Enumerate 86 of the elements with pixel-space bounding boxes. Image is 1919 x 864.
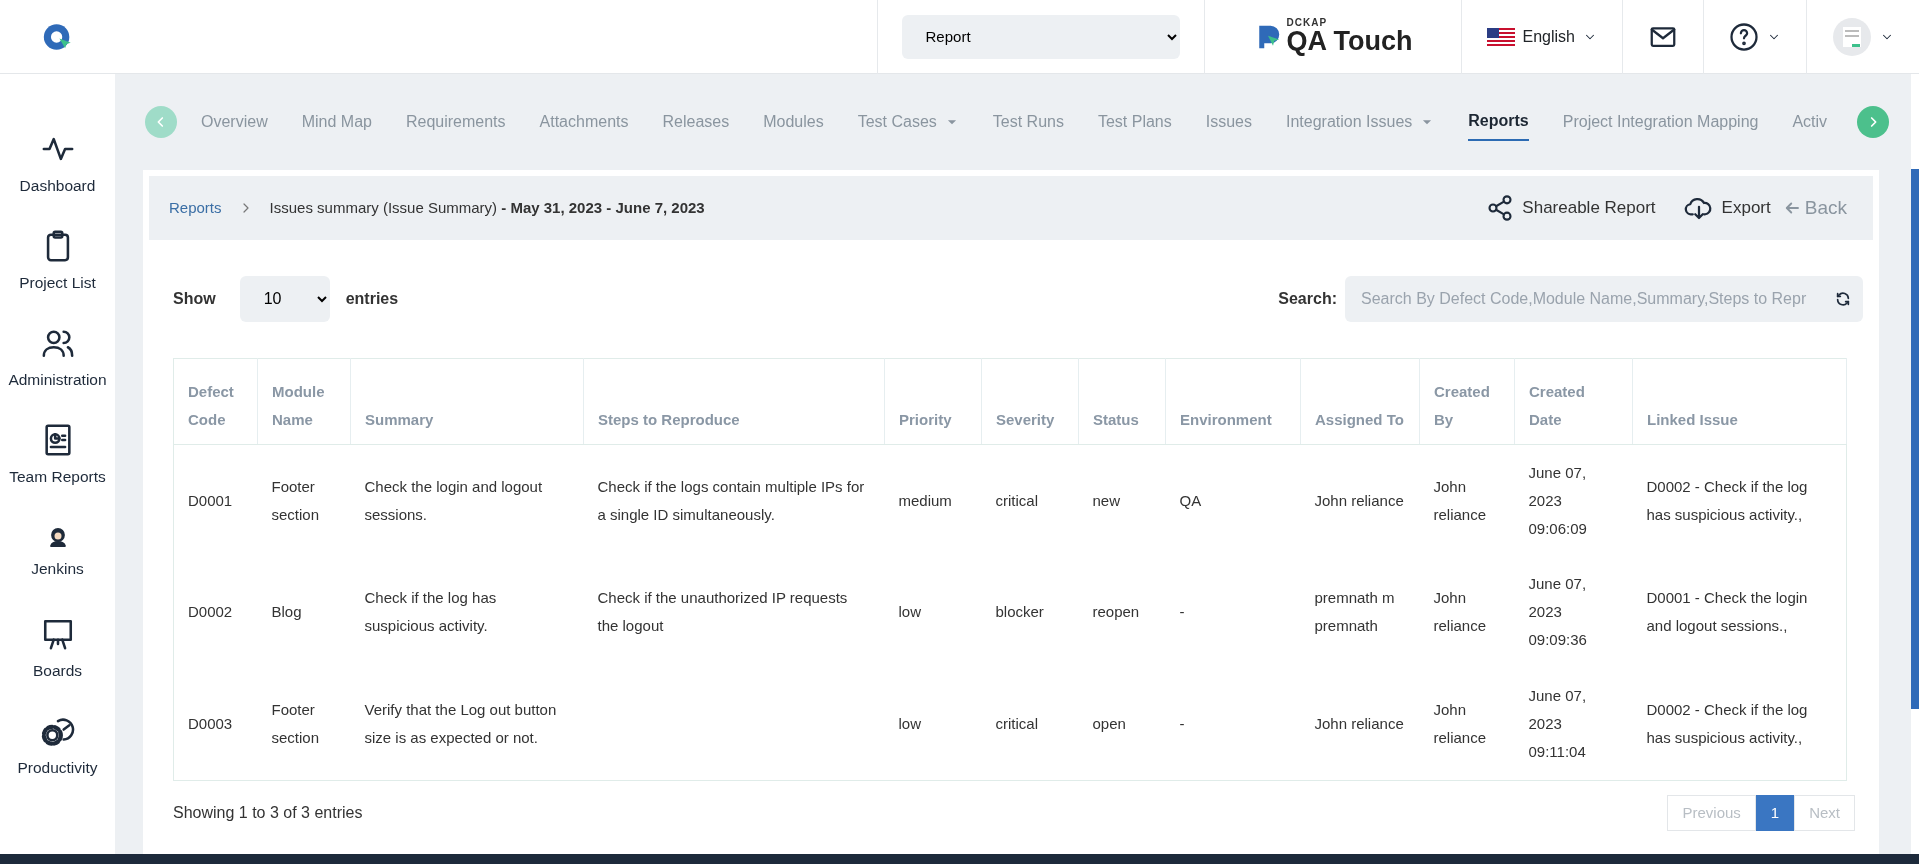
column-header: Environment xyxy=(1180,410,1272,428)
table-cell: Check the login and logout sessions. xyxy=(364,477,543,523)
table-cell: Footer section xyxy=(271,701,320,746)
show-label: Show xyxy=(173,288,216,309)
shareable-report-button[interactable]: Shareable Report xyxy=(1480,192,1662,223)
column-header: Linked Issue xyxy=(1647,410,1738,428)
tab[interactable]: Mind Map xyxy=(301,103,372,140)
table-cell: Verify that the Log out button size is as expected or not. xyxy=(364,701,557,746)
column-header: Steps to Reproduce xyxy=(598,410,740,428)
column-header: Module Name xyxy=(272,382,325,428)
column-header: Assigned To xyxy=(1315,410,1404,428)
tab[interactable]: Reports xyxy=(1468,102,1529,141)
column-header: Status xyxy=(1093,410,1139,428)
back-button[interactable]: Back xyxy=(1776,192,1853,223)
page-button[interactable]: Next xyxy=(1794,794,1855,832)
table-cell: new xyxy=(1092,491,1121,509)
tab[interactable]: Test Runs xyxy=(992,103,1064,140)
table-cell: June 07, 2023 09:09:36 xyxy=(1528,575,1587,649)
brand-subtitle: DCKAP xyxy=(1286,18,1329,28)
table-cell: John reliance xyxy=(1433,701,1487,746)
tab[interactable]: Integration Issues xyxy=(1286,103,1435,140)
page-button[interactable]: Previous xyxy=(1667,794,1756,832)
table-cell: Blog xyxy=(271,603,302,621)
table-cell: reopen xyxy=(1092,603,1140,621)
tab[interactable]: Project Integration Mapping xyxy=(1562,103,1759,140)
column-header: Defect Code xyxy=(188,382,234,428)
table-cell: critical xyxy=(995,491,1038,509)
tab[interactable]: Modules xyxy=(763,103,824,140)
table-cell: QA xyxy=(1179,491,1202,509)
table-cell: D0002 xyxy=(188,603,233,621)
table-cell: June 07, 2023 09:11:04 xyxy=(1528,687,1587,760)
tab[interactable]: Overview xyxy=(201,103,268,140)
entries-info: Showing 1 to 3 of 3 entries xyxy=(173,803,363,823)
table-cell: Check if the log has suspicious activity. xyxy=(364,589,497,635)
table-cell: D0001 - Check the login and logout sessions., xyxy=(1646,589,1808,635)
column-header: Created Date xyxy=(1529,382,1585,428)
tab[interactable]: Test Cases xyxy=(857,103,959,140)
entries-select[interactable]: 10 xyxy=(239,275,330,322)
table-cell: D0001 xyxy=(188,491,233,509)
search-label: Search: xyxy=(1278,288,1337,309)
table-cell: Footer section xyxy=(271,477,320,523)
table-cell: critical xyxy=(995,715,1038,732)
tab[interactable]: Issues xyxy=(1205,103,1252,140)
sidebar-item[interactable]: Boards xyxy=(0,601,115,698)
entries-label: entries xyxy=(345,288,399,309)
sidebar-item[interactable]: Project List xyxy=(0,213,115,310)
breadcrumb-link[interactable]: Reports xyxy=(169,196,222,219)
column-header: Created By xyxy=(1434,382,1490,428)
table-cell: blocker xyxy=(995,603,1044,621)
table-cell: D0002 - Check if the log has suspicious activity., xyxy=(1646,477,1808,523)
table-cell: June 07, 2023 09:06:09 xyxy=(1528,463,1587,537)
sidebar-item[interactable]: Administration xyxy=(0,310,115,407)
tab[interactable]: Attachments xyxy=(539,103,629,140)
table-cell: low xyxy=(898,603,921,621)
tab[interactable]: Activ xyxy=(1792,103,1828,140)
tab[interactable]: Requirements xyxy=(405,103,506,140)
table-cell: Check if the logs contain multiple IPs for a single ID simultaneously. xyxy=(597,477,865,523)
project-select[interactable]: Report xyxy=(901,14,1180,59)
breadcrumb-current: Issues summary (Issue Summary) - May 31, 2023 - June 7, 2023 xyxy=(269,197,705,218)
column-header: Priority xyxy=(899,410,952,428)
sidebar-item[interactable]: Jenkins xyxy=(0,504,115,601)
export-button[interactable]: Export xyxy=(1677,191,1777,224)
table-cell: John reliance xyxy=(1314,715,1404,732)
table-cell: open xyxy=(1092,715,1126,732)
sidebar-item[interactable]: Dashboard xyxy=(0,116,115,213)
tab[interactable]: Test Plans xyxy=(1097,103,1172,140)
sidebar-item[interactable]: Team Reports xyxy=(0,407,115,504)
table-cell: John reliance xyxy=(1433,589,1487,635)
table-cell: Check if the unauthorized IP requests the logout xyxy=(597,589,848,635)
table-cell: D0002 - Check if the log has suspicious activity., xyxy=(1646,701,1808,746)
table-cell: John reliance xyxy=(1314,491,1404,509)
table-cell: premnath m premnath xyxy=(1314,589,1395,635)
language-dropdown[interactable]: English xyxy=(1485,23,1598,50)
column-header: Summary xyxy=(365,410,434,428)
search-field[interactable]: Search By Defect Code,Module Name,Summary,Steps to Repr xyxy=(1345,275,1863,322)
table-cell: medium xyxy=(898,491,952,509)
page-button[interactable]: 1 xyxy=(1755,794,1795,832)
column-header: Severity xyxy=(996,410,1055,428)
table-cell: low xyxy=(898,715,921,732)
sidebar-item[interactable]: Productivity xyxy=(0,698,115,795)
table-cell: - xyxy=(1179,715,1185,732)
table-cell: John reliance xyxy=(1433,477,1487,523)
brand-name: QA Touch xyxy=(1286,28,1413,55)
tab[interactable]: Releases xyxy=(662,103,730,140)
table-cell: - xyxy=(1179,603,1185,621)
table-cell: D0003 xyxy=(188,715,233,732)
